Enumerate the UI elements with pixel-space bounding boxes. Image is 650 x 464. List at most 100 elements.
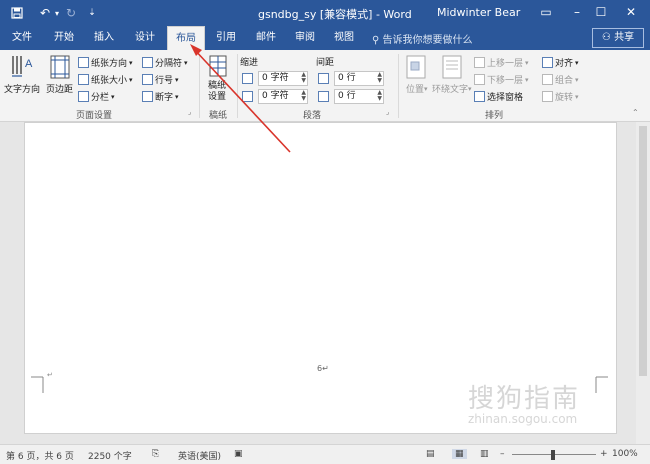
zoom-slider-thumb[interactable] (551, 450, 555, 460)
indent-left-value: 0 字符 (262, 73, 289, 83)
person-icon: ⚇ (601, 32, 615, 43)
indent-right-input[interactable]: 0 字符 ▲ ▼ (258, 89, 308, 104)
spinner-arrows-icon[interactable]: ▲ ▼ (377, 90, 382, 102)
columns-button[interactable]: 分栏 ▾ (78, 90, 115, 103)
breaks-button[interactable]: 分隔符 ▾ (142, 56, 188, 69)
zoom-out-icon[interactable]: – (500, 449, 505, 459)
scrollbar-thumb[interactable] (639, 126, 647, 376)
tab-review[interactable]: 审阅 (289, 26, 321, 50)
tab-file[interactable]: 文件 (6, 26, 38, 50)
maximize-icon[interactable]: ☐ (590, 2, 612, 22)
zoom-in-icon[interactable]: + (600, 449, 608, 459)
margins-button[interactable]: 页边距 (46, 82, 73, 95)
space-after-icon (318, 91, 329, 102)
line-numbers-icon (142, 74, 153, 85)
space-before-value: 0 行 (338, 73, 356, 83)
separator (398, 54, 399, 118)
margins-label: 页边距 (46, 85, 74, 95)
align-icon (542, 57, 553, 68)
group-label: 组合 (555, 76, 574, 86)
align-button[interactable]: 对齐 ▾ (542, 56, 579, 69)
wrap-text-icon (442, 55, 462, 79)
tab-view[interactable]: 视图 (328, 26, 360, 50)
tab-home[interactable]: 开始 (48, 26, 80, 50)
chevron-down-icon: ▾ (468, 84, 472, 93)
text-direction-button[interactable]: 文字方向 (4, 82, 40, 95)
chevron-down-icon: ▾ (424, 84, 428, 93)
group-button[interactable]: 组合 ▾ (542, 73, 579, 86)
orientation-icon (78, 57, 89, 68)
chevron-down-icon: ▾ (575, 75, 579, 84)
page-count[interactable]: 第 6 页，共 6 页 (6, 449, 74, 462)
dialog-launcher-icon[interactable]: ⌟ (188, 108, 191, 116)
rotate-button[interactable]: 旋转 ▾ (542, 90, 579, 103)
language-status[interactable]: 英语(美国) (178, 449, 221, 462)
hyphenation-icon (142, 91, 153, 102)
watermark-logo: 搜狗指南 (468, 384, 581, 414)
tab-insert[interactable]: 插入 (88, 26, 120, 50)
chevron-down-icon: ▾ (111, 92, 115, 101)
text-direction-icon: A (12, 56, 33, 77)
selection-pane-button[interactable]: 选择窗格 (474, 90, 523, 103)
web-layout-icon[interactable]: ▥ (480, 449, 489, 459)
chevron-down-icon: ▾ (129, 75, 133, 84)
share-button[interactable]: ⚇ 共享 (592, 28, 644, 48)
read-mode-icon[interactable]: ▤ (426, 449, 435, 459)
minimize-icon[interactable]: – (566, 2, 588, 22)
hyphenation-label: 断字 (155, 93, 174, 103)
orientation-button[interactable]: 纸张方向 ▾ (78, 56, 133, 69)
save-icon[interactable] (8, 4, 26, 22)
bring-forward-icon (474, 57, 485, 68)
position-button[interactable]: 位置 ▾ (406, 82, 428, 96)
space-after-input[interactable]: 0 行 ▲ ▼ (334, 89, 384, 104)
undo-dropdown-icon[interactable]: ▾ (52, 4, 62, 22)
spacing-heading: 间距 (316, 58, 335, 68)
zoom-level[interactable]: 100% (612, 449, 638, 459)
collapse-ribbon-icon[interactable]: ⌃ (632, 108, 639, 117)
indent-right-icon (242, 91, 253, 102)
proofing-icon[interactable]: ⎘ (152, 449, 159, 459)
document-title: gsndbg_sy [兼容模式] - Word (258, 8, 412, 21)
status-bar: 第 6 页，共 6 页 2250 个字 ⎘ 英语(美国) ▣ ▤ ▦ ▥ – +… (0, 444, 650, 464)
columns-icon (78, 91, 89, 102)
selection-pane-icon (474, 91, 485, 102)
spinner-arrows-icon[interactable]: ▲ ▼ (301, 72, 306, 84)
tab-layout[interactable]: 布局 (167, 26, 205, 50)
draft-settings-button[interactable]: 稿纸 设置 (208, 81, 226, 103)
print-layout-icon[interactable]: ▦ (452, 449, 467, 459)
macro-recording-icon[interactable]: ▣ (234, 449, 243, 459)
user-name[interactable]: Midwinter Bear (437, 6, 520, 19)
ribbon-display-options-icon[interactable]: ▭ (535, 2, 557, 22)
space-before-input[interactable]: 0 行 ▲ ▼ (334, 71, 384, 86)
size-button[interactable]: 纸张大小 ▾ (78, 73, 133, 86)
breaks-icon (142, 57, 153, 68)
indent-left-input[interactable]: 0 字符 ▲ ▼ (258, 71, 308, 86)
selection-pane-label: 选择窗格 (487, 93, 524, 103)
chevron-down-icon: ▾ (575, 92, 579, 101)
rotate-label: 旋转 (555, 93, 574, 103)
paper-size-icon (78, 74, 89, 85)
tab-references[interactable]: 引用 (210, 26, 242, 50)
tab-mailings[interactable]: 邮件 (250, 26, 282, 50)
bring-forward-label: 上移一层 (487, 59, 524, 69)
share-label: 共享 (614, 32, 635, 43)
customize-icon[interactable]: ⇣ (86, 4, 98, 22)
line-numbers-button[interactable]: 行号 ▾ (142, 73, 179, 86)
redo-icon[interactable]: ↻ (64, 4, 78, 22)
word-count[interactable]: 2250 个字 (88, 449, 132, 462)
tell-me-box[interactable]: ⚲ 告诉我你想要做什么 (372, 31, 473, 46)
page-number-text: 6↵ (317, 364, 329, 373)
bring-forward-button[interactable]: 上移一层 ▾ (474, 56, 529, 69)
vertical-scrollbar[interactable] (636, 122, 650, 444)
line-numbers-label: 行号 (155, 76, 174, 86)
spinner-arrows-icon[interactable]: ▲ ▼ (301, 90, 306, 102)
dialog-launcher-icon[interactable]: ⌟ (386, 108, 389, 116)
wrap-text-button[interactable]: 环绕文字 ▾ (432, 82, 472, 96)
ribbon-tabs: 文件 开始 插入 设计 布局 引用 邮件 审阅 视图 ⚲ 告诉我你想要做什么 ⚇… (0, 26, 650, 50)
indent-heading: 缩进 (240, 58, 259, 68)
send-backward-button[interactable]: 下移一层 ▾ (474, 73, 529, 86)
spinner-arrows-icon[interactable]: ▲ ▼ (377, 72, 382, 84)
hyphenation-button[interactable]: 断字 ▾ (142, 90, 179, 103)
close-icon[interactable]: ✕ (620, 2, 642, 22)
tab-design[interactable]: 设计 (128, 26, 162, 50)
